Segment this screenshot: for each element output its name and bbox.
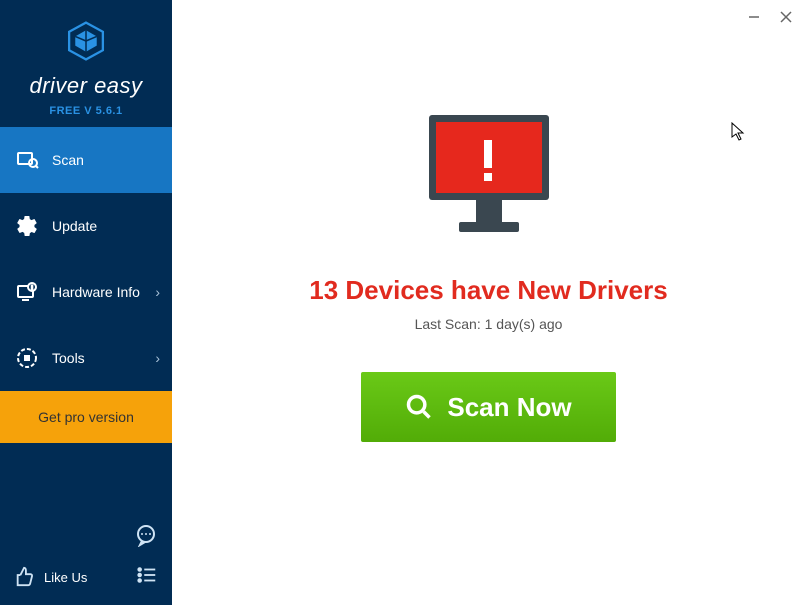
logo-icon <box>0 18 172 69</box>
status-headline: 13 Devices have New Drivers <box>309 275 667 306</box>
nav: Scan Update i Hardware Info › <box>0 127 172 391</box>
close-button[interactable] <box>777 8 795 26</box>
scan-now-button[interactable]: Scan Now <box>361 372 615 442</box>
alert-monitor-icon <box>414 110 564 245</box>
magnify-icon <box>405 393 433 421</box>
nav-label: Scan <box>52 152 84 168</box>
nav-item-update[interactable]: Update <box>0 193 172 259</box>
hardware-icon: i <box>14 279 40 305</box>
sidebar-footer: Like Us <box>0 523 172 605</box>
pro-button-label: Get pro version <box>38 409 134 425</box>
get-pro-button[interactable]: Get pro version <box>0 391 172 443</box>
nav-label: Update <box>52 218 97 234</box>
last-scan-text: Last Scan: 1 day(s) ago <box>415 316 563 332</box>
nav-label: Tools <box>52 350 85 366</box>
tools-icon <box>14 345 40 371</box>
menu-icon[interactable] <box>136 564 158 591</box>
content-area: 13 Devices have New Drivers Last Scan: 1… <box>172 0 805 442</box>
scan-button-label: Scan Now <box>447 392 571 423</box>
brand-name: driver easy <box>0 73 172 99</box>
nav-item-scan[interactable]: Scan <box>0 127 172 193</box>
like-us-label: Like Us <box>44 570 87 585</box>
svg-text:i: i <box>31 286 32 292</box>
nav-label: Hardware Info <box>52 284 140 300</box>
version-label: FREE V 5.6.1 <box>0 105 172 117</box>
chevron-right-icon: › <box>155 284 160 300</box>
nav-item-hardware[interactable]: i Hardware Info › <box>0 259 172 325</box>
nav-item-tools[interactable]: Tools › <box>0 325 172 391</box>
scan-icon <box>14 147 40 173</box>
main-content: 13 Devices have New Drivers Last Scan: 1… <box>172 0 805 605</box>
logo-area: driver easy FREE V 5.6.1 <box>0 0 172 127</box>
sidebar: driver easy FREE V 5.6.1 Scan Update <box>0 0 172 605</box>
chevron-right-icon: › <box>155 350 160 366</box>
window-controls <box>745 8 795 26</box>
minimize-button[interactable] <box>745 8 763 26</box>
thumbs-up-icon <box>14 565 36 590</box>
gear-icon <box>14 213 40 239</box>
like-us-button[interactable]: Like Us <box>14 565 87 590</box>
chat-icon[interactable] <box>14 523 158 552</box>
